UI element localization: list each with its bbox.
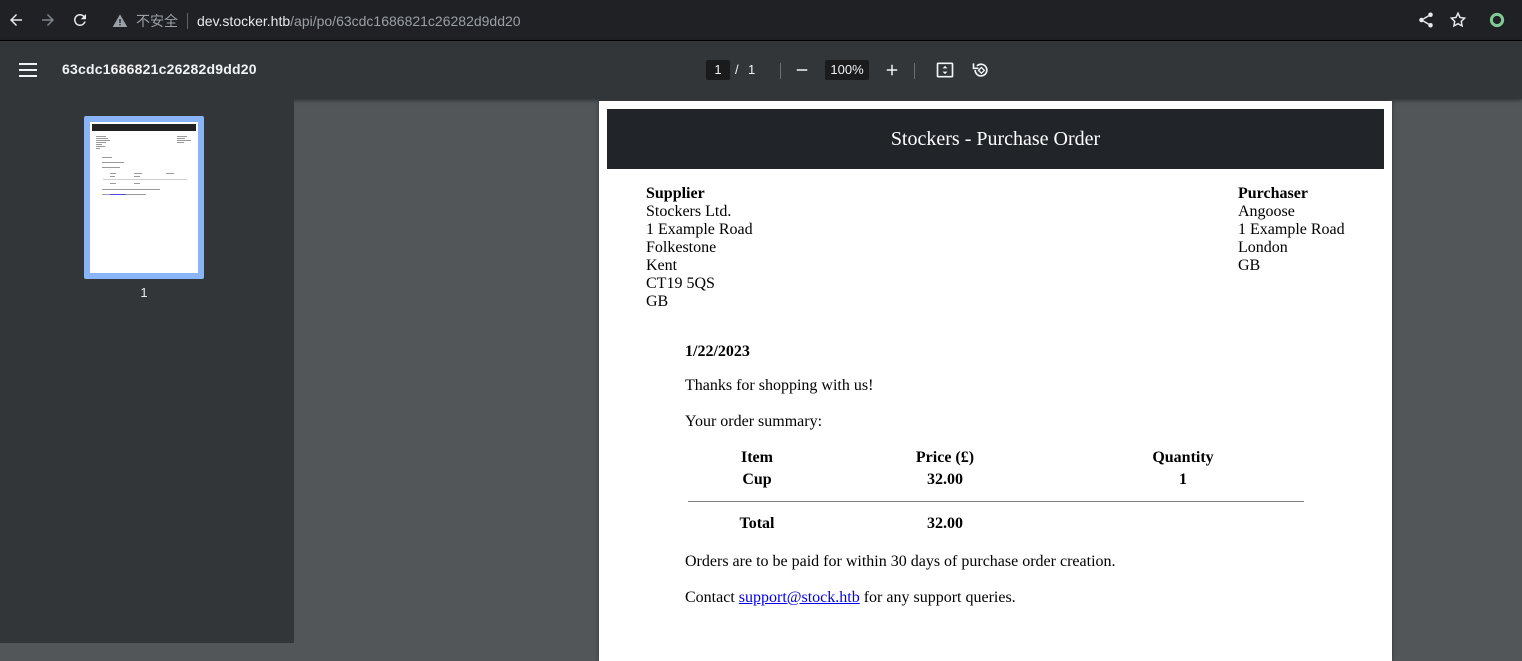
po-date: 1/22/2023	[685, 343, 750, 360]
share-icon[interactable]	[1417, 11, 1435, 29]
cell-quantity: 1	[1179, 471, 1187, 488]
header-item: Item	[741, 449, 773, 466]
purchaser-line: Angoose	[1238, 203, 1295, 220]
total-label: Total	[739, 515, 775, 532]
total-value: 32.00	[927, 515, 963, 532]
toolbar-divider	[914, 63, 915, 79]
contact-line: Contact support@stock.htb for any suppor…	[685, 589, 1016, 607]
security-label: 不安全	[136, 12, 178, 29]
supplier-line: 1 Example Road	[646, 221, 753, 238]
supplier-line: CT19 5QS	[646, 275, 715, 292]
table-header-row: Item Price (£) Quantity	[688, 449, 1304, 469]
page-count: 1	[748, 62, 756, 77]
warning-icon	[112, 13, 128, 27]
purchaser-heading: Purchaser	[1238, 185, 1308, 202]
fit-to-page-icon	[936, 62, 954, 78]
address-bar[interactable]: 不安全 dev.stocker.htb/api/po/63cdc1686821c…	[100, 5, 1480, 36]
supplier-line: Folkestone	[646, 239, 717, 256]
plus-icon	[886, 64, 898, 76]
forward-button[interactable]	[37, 9, 59, 31]
cell-price: 32.00	[927, 471, 963, 488]
cell-item: Cup	[742, 471, 772, 488]
pdf-page: Stockers - Purchase Order Supplier Stock…	[599, 101, 1392, 661]
supplier-address: Supplier Stockers Ltd. 1 Example Road Fo…	[646, 185, 753, 311]
extension-status-icon[interactable]	[1488, 11, 1506, 29]
omnibox-divider	[187, 12, 188, 29]
thumbnail-page-label: 1	[140, 285, 148, 300]
support-email-link[interactable]: support@stock.htb	[739, 589, 860, 606]
url-path: /api/po/63cdc1686821c26282d9dd20	[290, 12, 521, 29]
zoom-out-button[interactable]	[791, 59, 813, 81]
fit-page-button[interactable]	[934, 59, 956, 81]
menu-icon[interactable]	[17, 61, 39, 79]
po-title: Stockers - Purchase Order	[890, 127, 1101, 150]
order-summary-label: Your order summary:	[685, 413, 823, 430]
page-separator: /	[735, 62, 739, 77]
toolbar-divider	[780, 63, 781, 79]
thanks-message: Thanks for shopping with us!	[685, 377, 874, 394]
rotate-button[interactable]	[970, 59, 992, 81]
url-host: dev.stocker.htb	[197, 12, 291, 29]
document-title: 63cdc1686821c26282d9dd20	[62, 61, 257, 77]
supplier-line: Kent	[646, 257, 678, 274]
reload-button[interactable]	[69, 9, 91, 31]
thumbnail-page-preview	[90, 122, 198, 273]
header-price: Price (£)	[915, 449, 975, 466]
supplier-line: Stockers Ltd.	[646, 203, 732, 220]
purchaser-line: London	[1238, 239, 1288, 256]
po-title-banner: Stockers - Purchase Order	[607, 109, 1384, 169]
star-icon[interactable]	[1449, 11, 1467, 29]
thumbnail-header-bar	[92, 124, 196, 131]
table-row: Cup 32.00 1	[688, 471, 1304, 491]
arrow-right-icon	[42, 14, 54, 26]
purchaser-address: Purchaser Angoose 1 Example Road London …	[1238, 185, 1345, 275]
table-divider	[688, 501, 1304, 502]
browser-toolbar: 不安全 dev.stocker.htb/api/po/63cdc1686821c…	[0, 0, 1522, 41]
back-button[interactable]	[5, 9, 27, 31]
total-row: Total 32.00	[688, 515, 1304, 535]
contact-prefix: Contact	[685, 589, 739, 606]
zoom-in-button[interactable]	[881, 59, 903, 81]
minus-icon	[796, 69, 808, 71]
supplier-line: GB	[646, 293, 669, 310]
payment-terms: Orders are to be paid for within 30 days…	[685, 553, 1116, 570]
page-number-input[interactable]: 1	[706, 60, 730, 80]
contact-suffix: for any support queries.	[859, 589, 1016, 606]
zoom-input[interactable]: 100%	[825, 60, 869, 80]
header-quantity: Quantity	[1152, 449, 1214, 466]
pdf-toolbar: 63cdc1686821c26282d9dd20 1 / 1 100%	[0, 41, 1522, 99]
supplier-heading: Supplier	[646, 185, 705, 202]
page-thumbnail[interactable]	[84, 116, 204, 279]
thumbnail-sidebar: 1	[0, 99, 294, 643]
reload-icon	[73, 13, 86, 26]
purchaser-line: 1 Example Road	[1238, 221, 1345, 238]
purchaser-line: GB	[1238, 257, 1261, 274]
arrow-left-icon	[10, 14, 22, 26]
rotate-icon	[972, 63, 988, 77]
